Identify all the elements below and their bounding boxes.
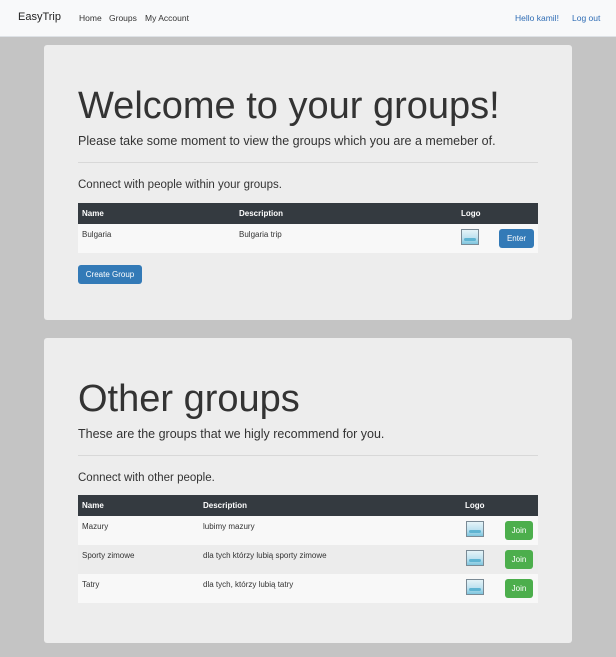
group-name: Mazury xyxy=(82,522,109,531)
enter-group-button[interactable]: Enter xyxy=(499,229,534,248)
group-logo-image xyxy=(466,521,484,537)
nav-home-link[interactable]: Home xyxy=(79,13,102,23)
group-description: lubimy mazury xyxy=(203,522,255,531)
nav-groups-link[interactable]: Groups xyxy=(109,13,137,23)
logout-link[interactable]: Log out xyxy=(572,13,600,23)
other-groups-section: Other groups These are the groups that w… xyxy=(44,338,572,643)
brand-logo[interactable]: EasyTrip xyxy=(18,11,61,23)
join-group-button[interactable]: Join xyxy=(505,550,533,569)
join-group-button[interactable]: Join xyxy=(505,521,533,540)
other-groups-table: Name Description Logo Mazury lubimy mazu… xyxy=(78,495,538,603)
group-logo-image xyxy=(466,579,484,595)
my-groups-subtitle: Connect with people within your groups. xyxy=(78,179,282,191)
navbar: EasyTrip Home Groups My Account Hello ka… xyxy=(0,0,616,37)
column-header-name: Name xyxy=(82,209,104,218)
group-name: Sporty zimowe xyxy=(82,551,135,560)
my-groups-section: Welcome to your groups! Please take some… xyxy=(44,45,572,320)
table-row: Tatry dla tych, którzy lubią tatry Join xyxy=(78,574,538,603)
column-header-logo: Logo xyxy=(461,209,481,218)
group-description: dla tych którzy lubią sporty zimowe xyxy=(203,551,327,560)
column-header-description: Description xyxy=(203,501,248,510)
create-group-button[interactable]: Create Group xyxy=(78,265,142,284)
other-groups-lead: These are the groups that we higly recom… xyxy=(78,427,385,441)
group-description: dla tych, którzy lubią tatry xyxy=(203,580,294,589)
group-logo-image xyxy=(461,229,479,245)
join-group-button[interactable]: Join xyxy=(505,579,533,598)
other-groups-title: Other groups xyxy=(78,378,300,420)
divider xyxy=(78,455,538,456)
group-logo-image xyxy=(466,550,484,566)
nav-my-account-link[interactable]: My Account xyxy=(145,13,189,23)
other-groups-subtitle: Connect with other people. xyxy=(78,472,215,484)
my-groups-table: Name Description Logo Bulgaria Bulgaria … xyxy=(78,203,538,253)
group-name: Bulgaria xyxy=(82,230,112,239)
group-name: Tatry xyxy=(82,580,100,589)
table-header: Name Description Logo xyxy=(78,495,538,516)
table-row: Mazury lubimy mazury Join xyxy=(78,516,538,545)
column-header-name: Name xyxy=(82,501,104,510)
table-row: Sporty zimowe dla tych którzy lubią spor… xyxy=(78,545,538,574)
table-row: Bulgaria Bulgaria trip Enter xyxy=(78,224,538,253)
my-groups-title: Welcome to your groups! xyxy=(78,85,500,127)
divider xyxy=(78,162,538,163)
user-greeting-link[interactable]: Hello kamil! xyxy=(515,13,559,23)
my-groups-lead: Please take some moment to view the grou… xyxy=(78,134,496,148)
column-header-logo: Logo xyxy=(465,501,485,510)
column-header-description: Description xyxy=(239,209,284,218)
group-description: Bulgaria trip xyxy=(239,230,282,239)
table-header: Name Description Logo xyxy=(78,203,538,224)
